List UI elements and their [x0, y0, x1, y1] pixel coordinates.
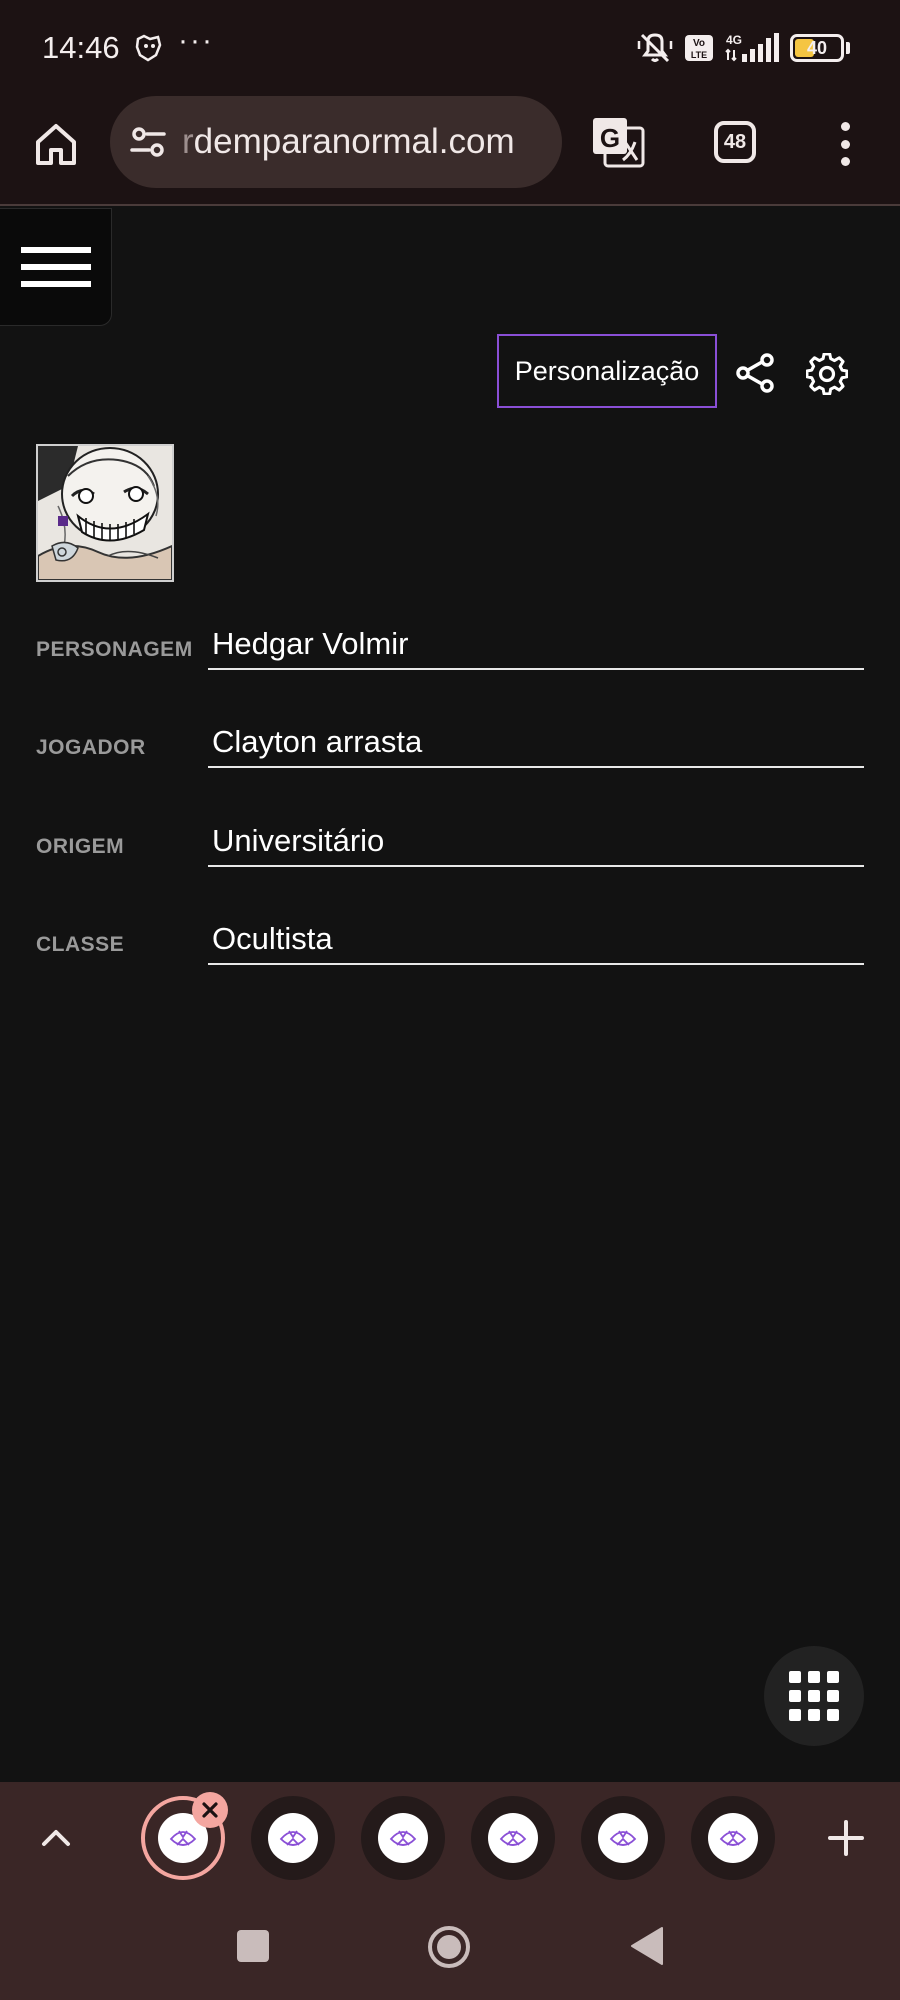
- url-text[interactable]: rdemparanormal.com: [182, 122, 542, 162]
- menu-line: [20, 281, 91, 287]
- battery-indicator: 40: [790, 34, 844, 62]
- home-nav-icon[interactable]: [426, 1924, 472, 1970]
- site-favicon-icon: [378, 1813, 428, 1863]
- grid-menu-button[interactable]: [764, 1646, 864, 1746]
- site-favicon-icon: [598, 1813, 648, 1863]
- translate-button[interactable]: G: [590, 114, 646, 170]
- translate-icon: G: [593, 118, 645, 168]
- status-indicators: Vo LTE 4G 40: [636, 30, 850, 66]
- status-time: 14:46: [42, 30, 120, 65]
- field-origem: ORIGEM Universitário: [36, 807, 866, 867]
- url-domain: demparanormal.com: [193, 122, 515, 161]
- new-tab-plus-icon[interactable]: [824, 1816, 868, 1860]
- tab-item[interactable]: [361, 1796, 445, 1880]
- class-input[interactable]: Ocultista: [208, 913, 864, 965]
- character-portrait[interactable]: [36, 444, 174, 582]
- menu-dot: [840, 139, 850, 149]
- portrait-image: [38, 446, 172, 580]
- battery-tip: [846, 42, 850, 54]
- close-tab-icon[interactable]: [192, 1792, 228, 1828]
- more-vert-icon[interactable]: [830, 116, 860, 172]
- site-settings-icon[interactable]: [128, 122, 168, 162]
- chevron-up-icon[interactable]: [36, 1818, 76, 1858]
- back-nav-icon[interactable]: [628, 1926, 664, 1966]
- field-personagem: PERSONAGEM Hedgar Volmir: [36, 610, 866, 670]
- svg-text:LTE: LTE: [691, 50, 707, 60]
- tab-item[interactable]: [471, 1796, 555, 1880]
- site-favicon-icon: [268, 1813, 318, 1863]
- vibrate-off-icon: [637, 33, 673, 63]
- share-icon[interactable]: [734, 352, 776, 394]
- hamburger-menu-button[interactable]: [0, 208, 112, 326]
- tab-item[interactable]: [251, 1796, 335, 1880]
- system-nav-bar: [0, 1894, 900, 2000]
- tab-item[interactable]: [581, 1796, 665, 1880]
- status-bar: 14:46 ··· Vo LTE 4G 40: [0, 0, 900, 88]
- status-more-dots: ···: [178, 24, 214, 57]
- signal-4g-icon: 4G: [725, 33, 779, 62]
- field-label: JOGADOR: [36, 736, 146, 759]
- menu-dot: [840, 122, 850, 131]
- volte-icon: Vo LTE: [685, 35, 713, 61]
- personalization-button[interactable]: Personalização: [497, 334, 717, 408]
- site-favicon-icon: [708, 1813, 758, 1863]
- site-favicon-icon: [488, 1813, 538, 1863]
- field-label: CLASSE: [36, 933, 125, 956]
- url-faded-prefix: r: [182, 122, 194, 161]
- field-label: ORIGEM: [36, 835, 125, 858]
- character-name-input[interactable]: Hedgar Volmir: [208, 618, 864, 670]
- svg-text:4G: 4G: [726, 33, 742, 47]
- tab-item[interactable]: [691, 1796, 775, 1880]
- player-name-input[interactable]: Clayton arrasta: [208, 716, 864, 768]
- origin-input[interactable]: Universitário: [208, 815, 864, 867]
- battery-level: 40: [806, 37, 828, 58]
- browser-toolbar: rdemparanormal.com G 48: [0, 88, 900, 206]
- menu-line: [20, 247, 91, 253]
- gear-icon[interactable]: [806, 353, 848, 395]
- svg-text:Vo: Vo: [693, 38, 705, 49]
- menu-dot: [840, 157, 850, 166]
- address-bar[interactable]: rdemparanormal.com: [110, 96, 562, 188]
- notification-app-icon: [135, 34, 162, 62]
- menu-line: [20, 264, 91, 270]
- field-classe: CLASSE Ocultista: [36, 905, 866, 965]
- svg-text:G: G: [600, 123, 620, 153]
- home-button[interactable]: [28, 116, 84, 172]
- tab-strip: [0, 1782, 900, 1894]
- field-jogador: JOGADOR Clayton arrasta: [36, 708, 866, 768]
- home-icon: [36, 124, 76, 165]
- recents-button[interactable]: [237, 1930, 269, 1962]
- tab-switcher-button[interactable]: 48: [714, 121, 756, 163]
- page: 14:46 ··· Vo LTE 4G 40 rdemparanormal.co…: [0, 0, 900, 2000]
- field-label: PERSONAGEM: [36, 638, 193, 661]
